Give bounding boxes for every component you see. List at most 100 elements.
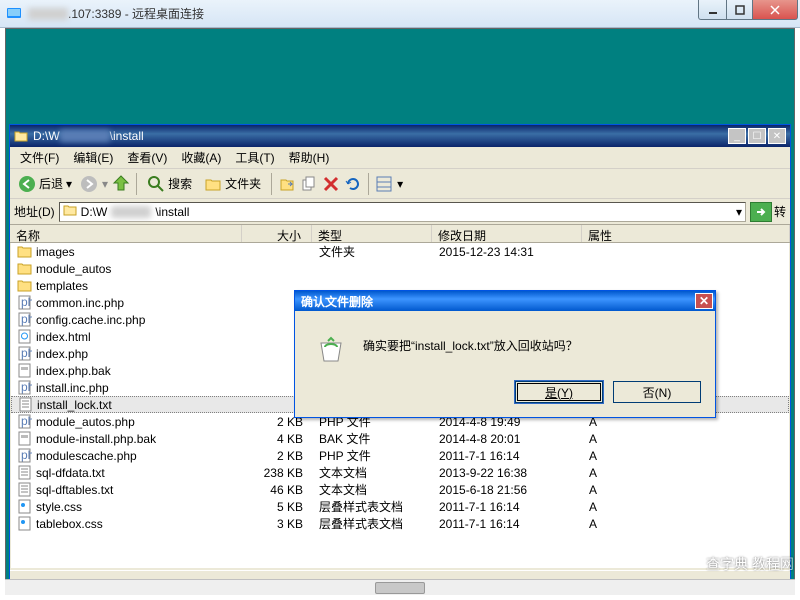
chevron-down-icon[interactable]: ▾ [397, 177, 403, 191]
file-type: 层叠样式表文档 [313, 515, 433, 532]
up-button[interactable] [112, 175, 130, 193]
file-date: 2015-12-23 14:31 [433, 245, 583, 259]
menu-help[interactable]: 帮助(H) [283, 147, 336, 168]
file-name: module_autos.php [36, 415, 135, 429]
file-type: 文本文档 [313, 481, 433, 498]
file-date: 2014-4-8 20:01 [433, 432, 583, 446]
forward-button[interactable] [80, 175, 98, 193]
file-row[interactable]: sql-dfdata.txt238 KB文本文档2013-9-22 16:38A [11, 464, 789, 481]
file-name: templates [36, 279, 88, 293]
address-bar: 地址(D) D:\W ▾ 转 [10, 199, 790, 225]
move-to-button[interactable] [278, 175, 296, 193]
col-size[interactable]: 大小 [242, 225, 312, 242]
address-label: 地址(D) [14, 203, 55, 220]
file-row[interactable]: tablebox.css3 KB层叠样式表文档2011-7-1 16:14A [11, 515, 789, 532]
folder-icon [63, 203, 77, 220]
minimize-button[interactable] [698, 0, 727, 20]
dialog-close-button[interactable]: ✕ [695, 293, 713, 309]
menu-fav[interactable]: 收藏(A) [175, 147, 227, 168]
file-name: index.php.bak [36, 364, 111, 378]
menu-view[interactable]: 查看(V) [121, 147, 173, 168]
file-type: 层叠样式表文档 [313, 498, 433, 515]
explorer-maximize-button[interactable]: ☐ [748, 128, 766, 144]
folder-icon [14, 129, 28, 143]
folders-button[interactable]: 文件夹 [200, 173, 265, 195]
explorer-minimize-button[interactable]: _ [728, 128, 746, 144]
file-name: sql-dfdata.txt [36, 466, 105, 480]
copy-to-button[interactable] [300, 175, 318, 193]
horizontal-scrollbar[interactable] [5, 579, 795, 595]
menu-edit[interactable]: 编辑(E) [67, 147, 119, 168]
svg-text:php: php [21, 414, 32, 428]
dialog-message: 确实要把“install_lock.txt”放入回收站吗？ [363, 333, 578, 354]
search-icon [147, 175, 165, 193]
column-headers: 名称 大小 类型 修改日期 属性 [10, 225, 790, 243]
col-date[interactable]: 修改日期 [432, 225, 582, 242]
views-button[interactable] [375, 175, 393, 193]
file-attr: A [583, 432, 643, 446]
chevron-down-icon[interactable]: ▾ [102, 177, 108, 191]
file-name: tablebox.css [36, 517, 103, 531]
delete-button[interactable] [322, 175, 340, 193]
address-input[interactable] [155, 205, 732, 219]
svg-text:php: php [21, 448, 32, 462]
file-size: 46 KB [243, 483, 313, 497]
explorer-close-button[interactable]: ✕ [768, 128, 786, 144]
scrollbar-thumb[interactable] [375, 582, 425, 594]
rdp-icon [6, 6, 22, 22]
col-type[interactable]: 类型 [312, 225, 432, 242]
chevron-down-icon[interactable]: ▾ [736, 205, 742, 219]
svg-text:php: php [21, 380, 32, 394]
dialog-title: 确认文件删除 [301, 293, 695, 310]
svg-text:php: php [21, 312, 32, 326]
file-name: module-install.php.bak [36, 432, 156, 446]
back-button[interactable]: 后退 ▾ [14, 173, 76, 195]
col-attr[interactable]: 属性 [582, 225, 790, 242]
folders-label: 文件夹 [225, 175, 261, 192]
svg-text:php: php [21, 295, 32, 309]
undo-button[interactable] [344, 175, 362, 193]
file-type: PHP 文件 [313, 447, 433, 464]
php-icon: php [17, 448, 32, 463]
menu-file[interactable]: 文件(F) [14, 147, 65, 168]
menu-tools[interactable]: 工具(T) [229, 147, 280, 168]
folder-icon [17, 261, 32, 276]
file-row[interactable]: module-install.php.bak4 KBBAK 文件2014-4-8… [11, 430, 789, 447]
search-button[interactable]: 搜索 [143, 173, 196, 195]
confirm-delete-dialog: 确认文件删除 ✕ 确实要把“install_lock.txt”放入回收站吗？ 是… [294, 290, 716, 418]
php-icon: php [17, 346, 32, 361]
no-button[interactable]: 否(N) [613, 381, 701, 403]
back-label: 后退 [39, 175, 63, 192]
dialog-titlebar[interactable]: 确认文件删除 ✕ [295, 291, 715, 311]
file-name: index.html [36, 330, 91, 344]
file-attr: A [583, 466, 643, 480]
address-input-wrapper[interactable]: D:\W ▾ [59, 202, 746, 222]
go-button[interactable] [750, 202, 772, 222]
txt-icon [17, 465, 32, 480]
maximize-button[interactable] [726, 0, 753, 20]
file-row[interactable]: phpmodulescache.php2 KBPHP 文件2011-7-1 16… [11, 447, 789, 464]
file-row[interactable]: module_autos [11, 260, 789, 277]
close-button[interactable] [752, 0, 798, 20]
file-attr: A [583, 500, 643, 514]
file-row[interactable]: style.css5 KB层叠样式表文档2011-7-1 16:14A [11, 498, 789, 515]
file-name: images [36, 245, 75, 259]
file-name: install.inc.php [36, 381, 109, 395]
file-size: 5 KB [243, 500, 313, 514]
txt-icon [17, 482, 32, 497]
file-size: 2 KB [243, 449, 313, 463]
back-icon [18, 175, 36, 193]
css-icon [17, 516, 32, 531]
file-name: module_autos [36, 262, 111, 276]
file-row[interactable]: sql-dftables.txt46 KB文本文档2015-6-18 21:56… [11, 481, 789, 498]
window-title: .107:3389 - 远程桌面连接 [68, 5, 800, 22]
file-name: style.css [36, 500, 82, 514]
go-label: 转 [774, 203, 786, 220]
col-name[interactable]: 名称 [10, 225, 242, 242]
remote-desktop-area: D:\W \install _ ☐ ✕ 文件(F) 编辑(E) 查看(V) 收藏… [5, 28, 795, 595]
explorer-titlebar[interactable]: D:\W \install _ ☐ ✕ [10, 125, 790, 147]
file-row[interactable]: images文件夹2015-12-23 14:31 [11, 243, 789, 260]
file-date: 2015-6-18 21:56 [433, 483, 583, 497]
blurred-ip [28, 8, 68, 20]
yes-button[interactable]: 是(Y) [515, 381, 603, 403]
